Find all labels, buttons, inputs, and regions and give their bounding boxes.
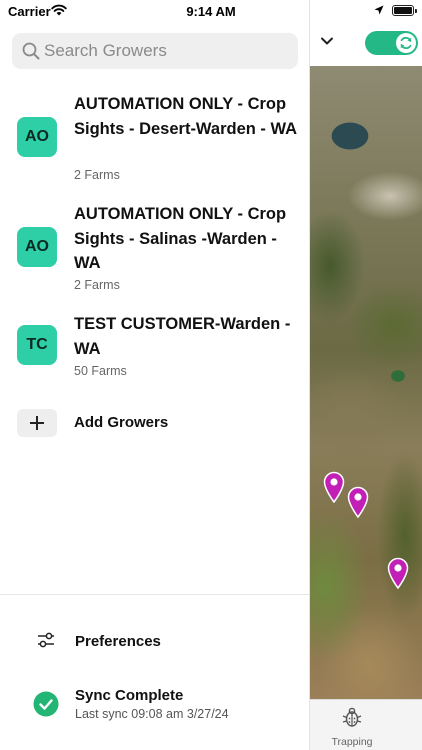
grower-farm-count: 2 Farms bbox=[74, 278, 120, 292]
sync-status: Sync Complete Last sync 09:08 am 3/27/24 bbox=[0, 686, 310, 722]
grower-farm-count: 50 Farms bbox=[74, 364, 127, 378]
tab-bar: Trapping bbox=[310, 699, 422, 750]
satellite-map[interactable] bbox=[310, 66, 422, 699]
add-growers-label: Add Growers bbox=[74, 414, 169, 431]
battery-icon bbox=[392, 5, 417, 16]
search-input[interactable] bbox=[42, 33, 292, 69]
grower-avatar: TC bbox=[17, 325, 57, 365]
map-pin-icon[interactable] bbox=[323, 471, 345, 503]
growers-drawer: AO AUTOMATION ONLY - Crop Sights - Deser… bbox=[0, 0, 310, 750]
status-bar: Carrier 9:14 AM bbox=[0, 0, 422, 24]
map-pin-icon[interactable] bbox=[347, 486, 369, 518]
plus-icon bbox=[17, 409, 57, 437]
preferences-button[interactable]: Preferences bbox=[0, 628, 310, 656]
divider bbox=[0, 594, 310, 595]
preferences-label: Preferences bbox=[75, 633, 161, 650]
grower-name: TEST CUSTOMER-Warden - WA bbox=[74, 315, 291, 358]
grower-farm-count: 2 Farms bbox=[74, 168, 120, 182]
last-sync-text: Last sync 09:08 am 3/27/24 bbox=[75, 707, 229, 721]
search-icon bbox=[22, 42, 40, 60]
map-pin-icon[interactable] bbox=[387, 557, 409, 589]
grower-name: AUTOMATION ONLY - Crop Sights - Salinas … bbox=[74, 205, 287, 272]
check-circle-icon bbox=[33, 691, 59, 717]
sync-toggle[interactable] bbox=[365, 31, 418, 55]
search-bar[interactable] bbox=[12, 33, 298, 69]
refresh-icon bbox=[396, 33, 416, 53]
add-growers-button[interactable]: Add Growers bbox=[0, 409, 310, 437]
grower-item[interactable]: AO AUTOMATION ONLY - Crop Sights - Deser… bbox=[0, 92, 310, 187]
chevron-down-icon[interactable] bbox=[320, 36, 334, 46]
grower-avatar: AO bbox=[17, 117, 57, 157]
grower-item[interactable]: TC TEST CUSTOMER-Warden - WA 50 Farms bbox=[0, 312, 310, 382]
clock: 9:14 AM bbox=[186, 4, 236, 19]
tab-trapping-label: Trapping bbox=[331, 736, 373, 748]
sync-status-label: Sync Complete bbox=[75, 687, 184, 704]
location-arrow-icon bbox=[374, 5, 384, 15]
grower-avatar: AO bbox=[17, 227, 57, 267]
grower-item[interactable]: AO AUTOMATION ONLY - Crop Sights - Salin… bbox=[0, 202, 310, 297]
grower-name: AUTOMATION ONLY - Crop Sights - Desert-W… bbox=[74, 95, 298, 138]
sliders-icon bbox=[38, 632, 54, 648]
bug-icon bbox=[342, 707, 362, 727]
